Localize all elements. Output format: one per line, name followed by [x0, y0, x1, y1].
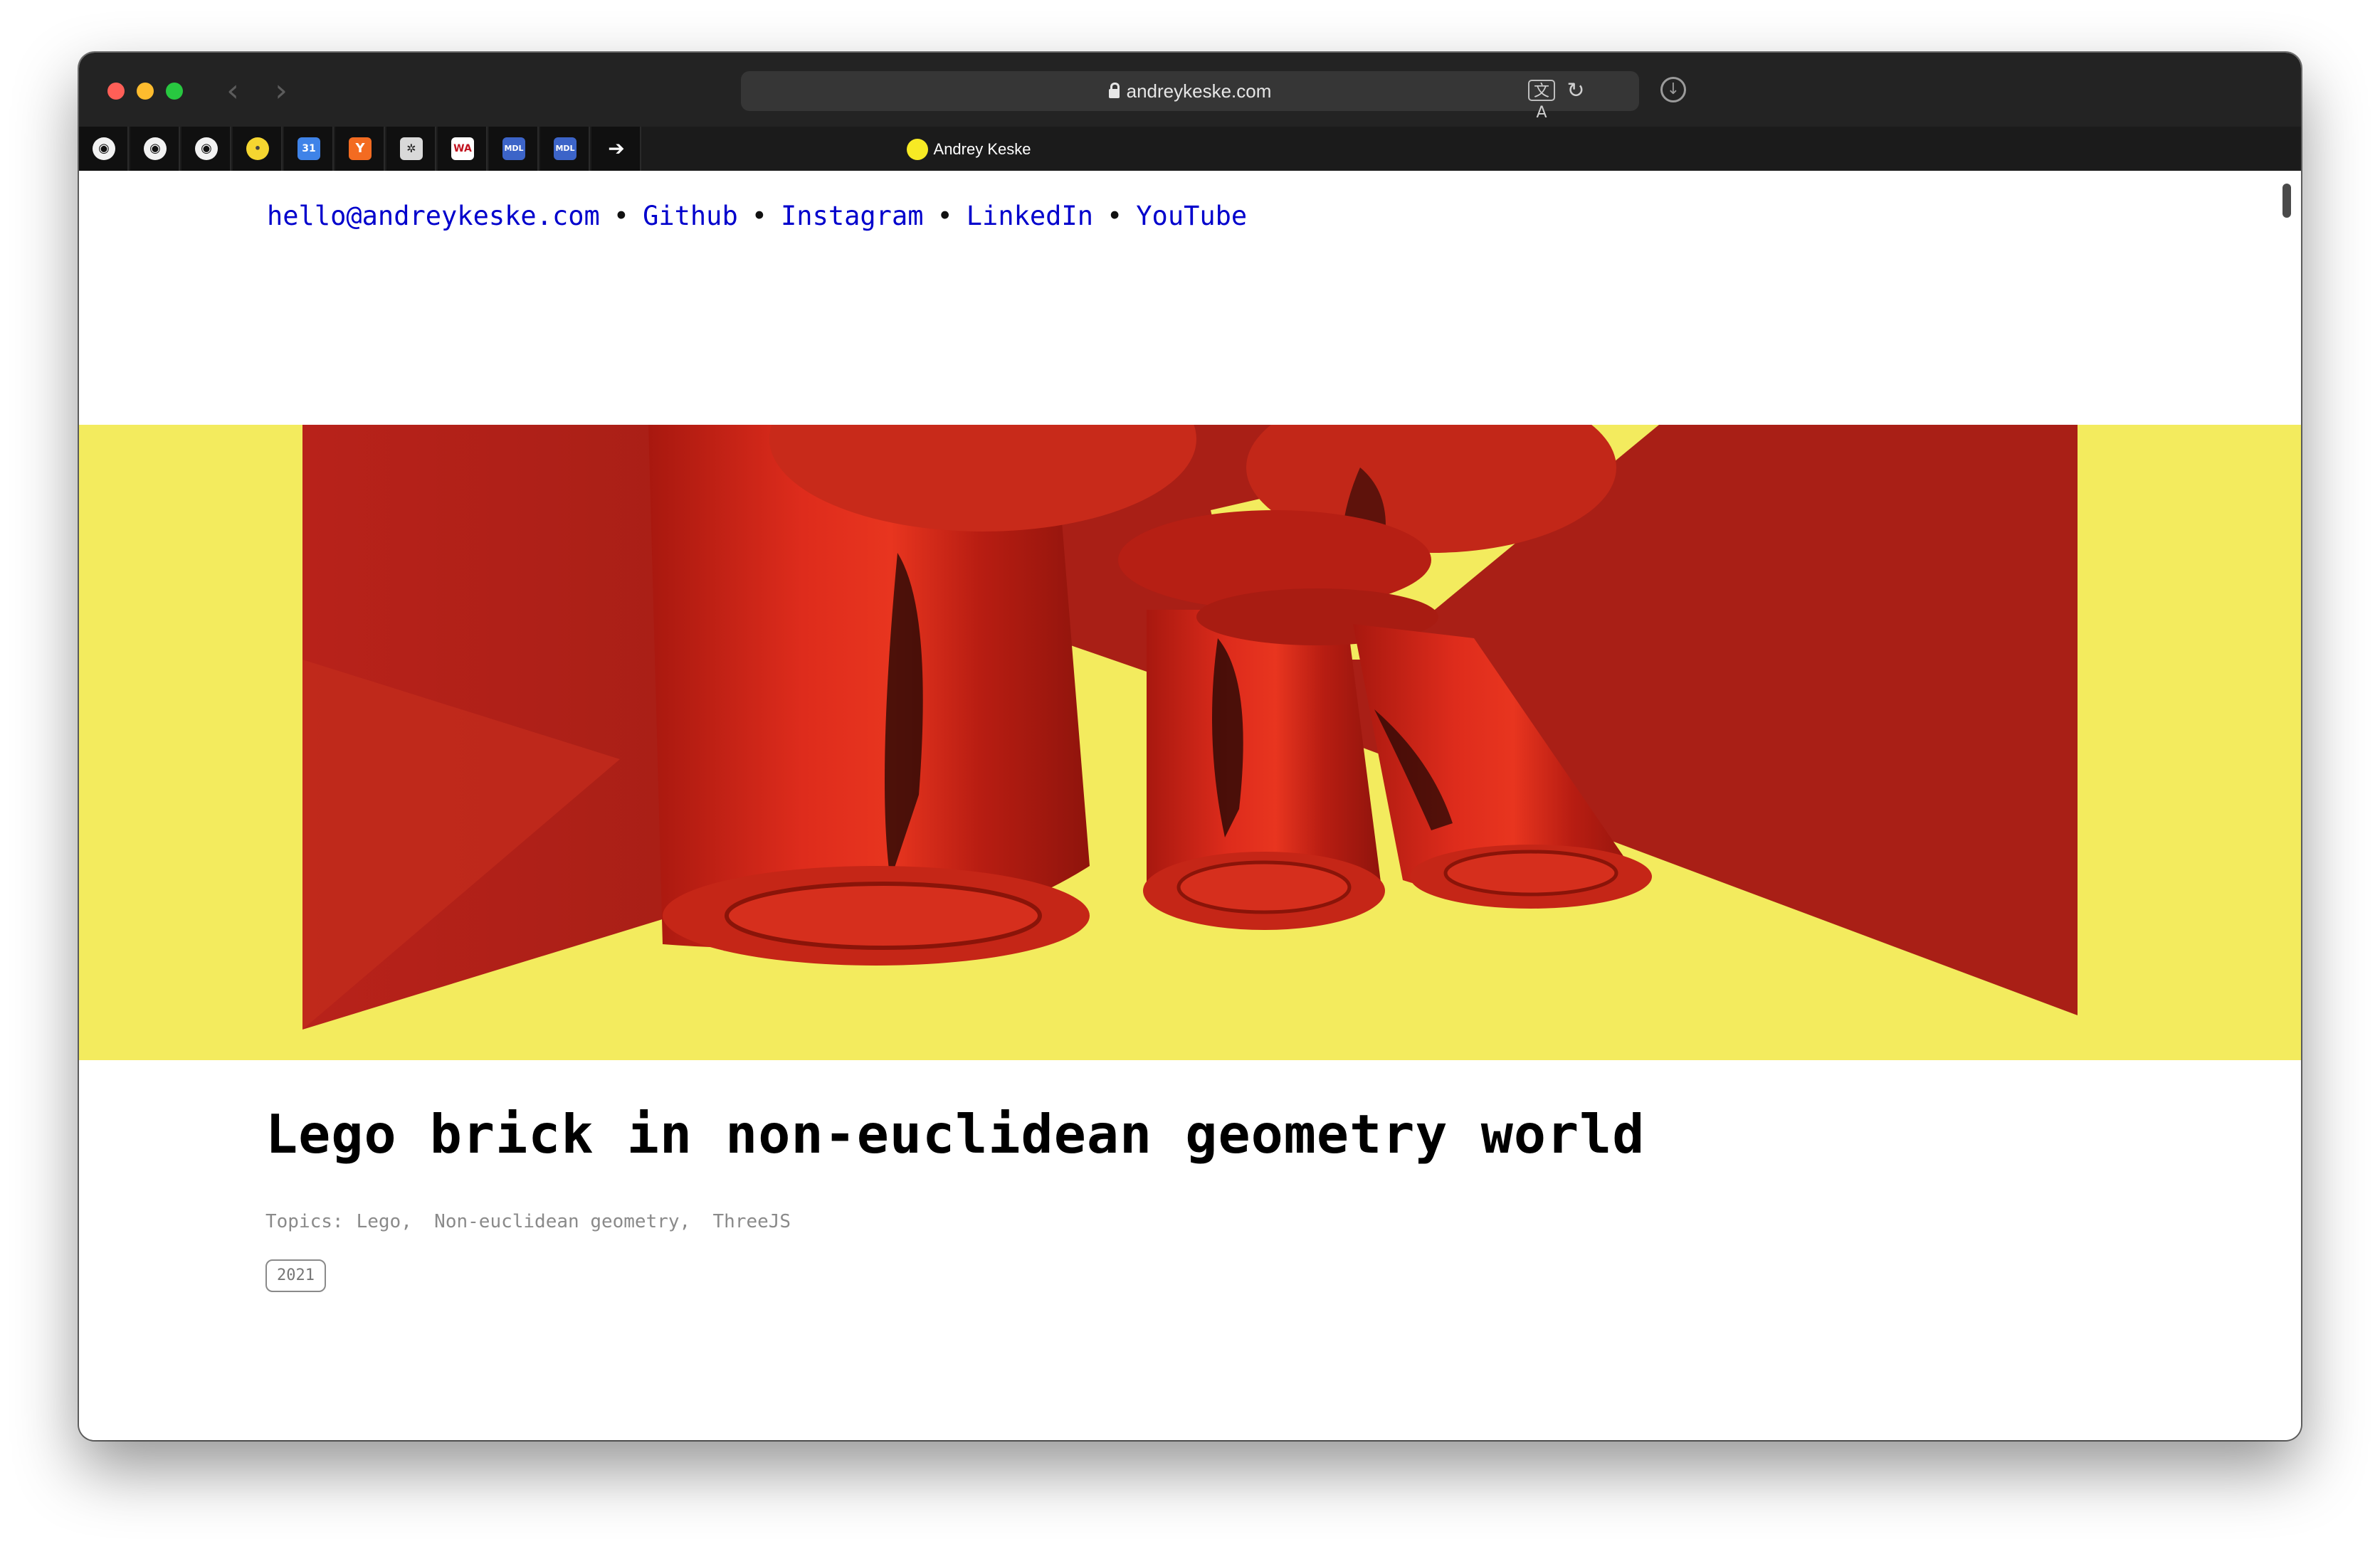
pinned-tab[interactable]: 31: [284, 127, 334, 171]
email-link[interactable]: hello@andreykeske.com: [267, 201, 600, 231]
topics-label: Topics:: [265, 1211, 344, 1232]
tube-opening-shape: [1176, 860, 1352, 914]
lock-icon: [1108, 83, 1120, 98]
reload-icon[interactable]: ↻: [1562, 77, 1589, 105]
close-window-button[interactable]: [107, 83, 125, 100]
arrow-icon: ➔: [608, 137, 625, 160]
pinned-tab[interactable]: •: [233, 127, 283, 171]
topic-link-lego[interactable]: Lego,: [357, 1211, 412, 1232]
address-bar[interactable]: andreykeske.com 文A ↻: [741, 71, 1639, 122]
topic-link-threejs[interactable]: ThreeJS: [713, 1211, 791, 1232]
bug-icon: ✲: [400, 137, 423, 160]
pinned-tab[interactable]: ◉: [79, 127, 129, 171]
translate-icon[interactable]: 文A: [1528, 80, 1555, 122]
instagram-link[interactable]: Instagram: [781, 201, 923, 231]
calendar-icon: 31: [298, 137, 320, 160]
mdl-icon: MDL: [554, 137, 576, 160]
page-content: hello@andreykeske.com • Github • Instagram • L…: [79, 171, 2301, 1440]
lego-render-illustration: [302, 425, 2078, 1060]
maximize-window-button[interactable]: [166, 83, 183, 100]
youtube-link[interactable]: YouTube: [1136, 201, 1247, 231]
nav-separator: •: [751, 201, 768, 231]
back-button[interactable]: ‹: [214, 73, 251, 110]
github-icon: ◉: [195, 137, 218, 160]
pinned-tab[interactable]: WA: [438, 127, 488, 171]
github-icon: ◉: [93, 137, 115, 160]
pinned-tab[interactable]: MDL: [540, 127, 590, 171]
nav-separator: •: [937, 201, 953, 231]
pinned-tab[interactable]: ✲: [386, 127, 436, 171]
download-icon[interactable]: ↓: [1660, 77, 1686, 102]
hero-image: [79, 425, 2301, 1060]
active-tab-title: Andrey Keske: [933, 140, 1031, 159]
active-tab[interactable]: Andrey Keske: [791, 127, 1147, 171]
tab-bar: ◉ ◉ ◉ • 31 Y ✲ WA MDL MDL ➔ Andrey Keske: [79, 127, 2301, 171]
pinned-tab[interactable]: ➔: [591, 127, 641, 171]
topics-row: Topics: Lego, Non-euclidean geometry, Thr…: [265, 1211, 791, 1232]
browser-window: ‹ › andreykeske.com 文A ↻ ↓ ◉ ◉ ◉ • 31 Y ✲ WA MDL…: [79, 53, 2301, 1440]
yellow-dot-icon: •: [246, 137, 269, 160]
linkedin-link[interactable]: LinkedIn: [967, 201, 1093, 231]
top-nav: hello@andreykeske.com • Github • Instagram • L…: [267, 201, 1247, 231]
github-link[interactable]: Github: [643, 201, 738, 231]
pinned-tab[interactable]: ◉: [130, 127, 180, 171]
site-favicon-icon: [906, 139, 928, 161]
browser-toolbar: ‹ › andreykeske.com 文A ↻ ↓: [79, 53, 2301, 127]
topic-link-non-euclidean[interactable]: Non-euclidean geometry,: [434, 1211, 690, 1232]
tube-opening-shape: [725, 882, 1042, 950]
github-icon: ◉: [144, 137, 167, 160]
forward-button[interactable]: ›: [263, 73, 300, 110]
nav-separator: •: [613, 201, 630, 231]
article-title: Lego brick in non-euclidean geometry wor…: [265, 1103, 1646, 1165]
wa-icon: WA: [451, 137, 474, 160]
url-text: andreykeske.com: [1126, 80, 1272, 102]
scrollbar-thumb[interactable]: [2282, 184, 2291, 218]
minimize-window-button[interactable]: [137, 83, 154, 100]
nav-separator: •: [1107, 201, 1123, 231]
pinned-tab[interactable]: Y: [335, 127, 385, 171]
pinned-tab[interactable]: ◉: [181, 127, 231, 171]
pinned-tab[interactable]: MDL: [489, 127, 539, 171]
mdl-icon: MDL: [502, 137, 525, 160]
tube-opening-shape: [1443, 850, 1618, 897]
year-badge: 2021: [265, 1259, 326, 1292]
hacker-news-icon: Y: [349, 137, 372, 160]
